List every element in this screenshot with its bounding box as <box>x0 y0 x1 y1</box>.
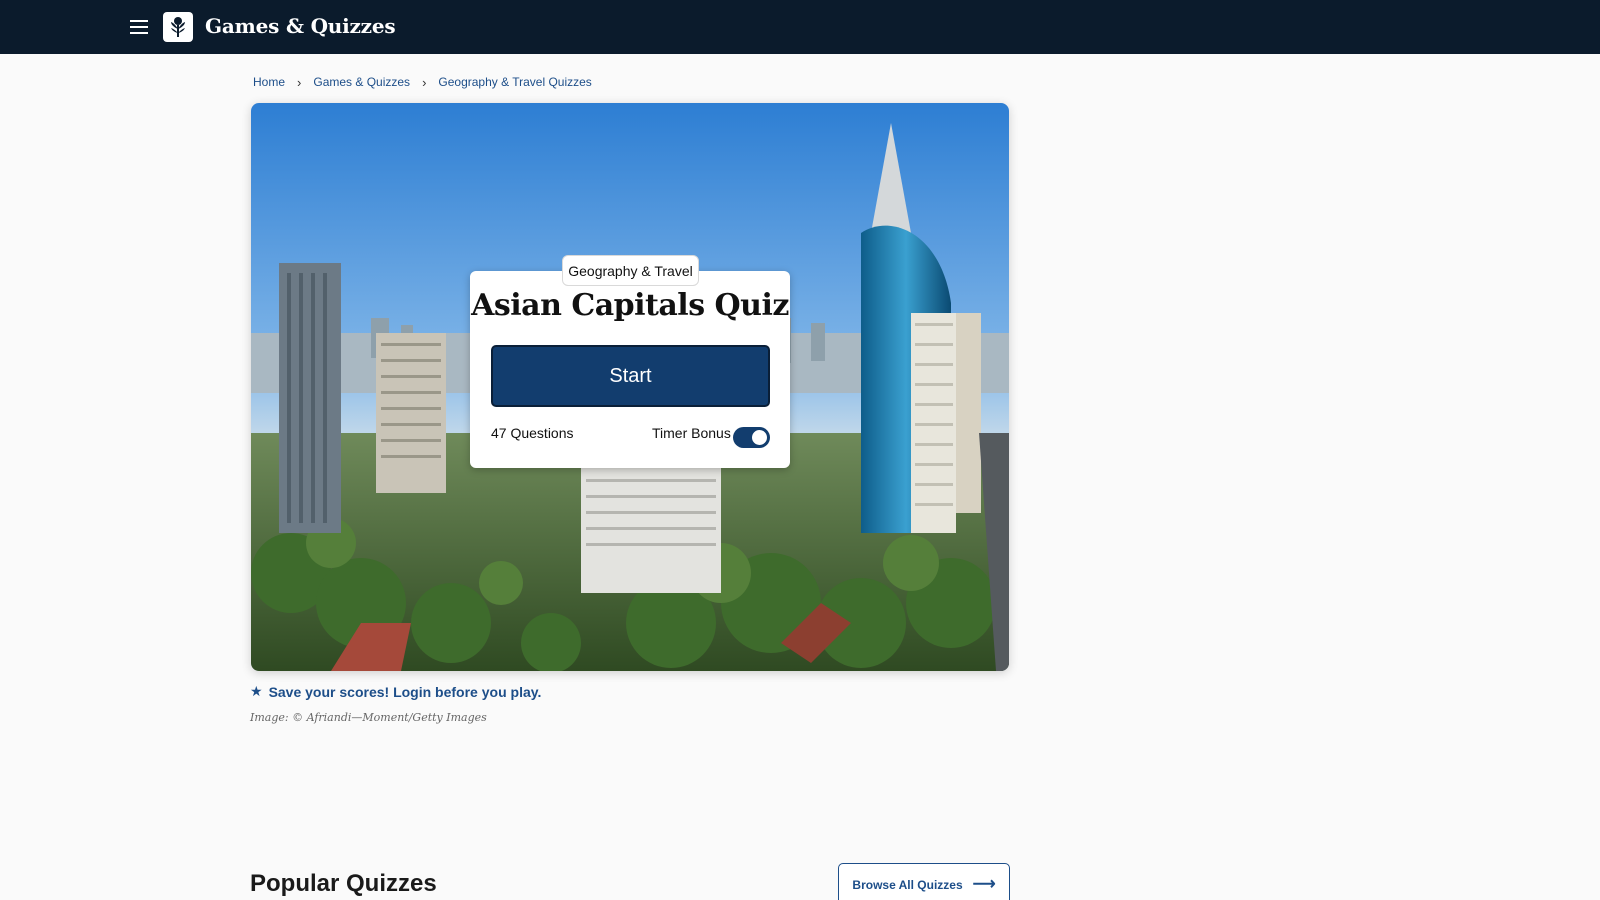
question-count: 47 Questions <box>491 425 574 441</box>
timer-bonus-toggle[interactable] <box>733 427 770 448</box>
breadcrumb-geography-travel[interactable]: Geography & Travel Quizzes <box>438 75 591 89</box>
save-scores-link[interactable]: Save your scores! Login before you play. <box>269 684 542 700</box>
breadcrumb-games-quizzes[interactable]: Games & Quizzes <box>313 75 410 89</box>
browse-all-quizzes-button[interactable]: Browse All Quizzes ⟶ <box>838 863 1010 900</box>
star-icon: ★ <box>250 683 263 699</box>
toggle-knob <box>752 430 767 445</box>
popular-quizzes-heading: Popular Quizzes <box>250 870 437 897</box>
timer-bonus-label: Timer Bonus <box>652 425 731 441</box>
arrow-right-icon: ⟶ <box>972 876 996 893</box>
start-quiz-button[interactable]: Start <box>491 345 770 407</box>
top-navigation-bar: Games & Quizzes <box>0 0 1600 54</box>
breadcrumb: Home › Games & Quizzes › Geography & Tra… <box>253 74 592 90</box>
britannica-logo-icon[interactable] <box>163 12 193 42</box>
quiz-title: Asian Capitals Quiz <box>471 288 789 323</box>
category-tag[interactable]: Geography & Travel <box>562 255 699 286</box>
browse-all-label: Browse All Quizzes <box>852 878 963 892</box>
brand-title[interactable]: Games & Quizzes <box>205 14 396 38</box>
hamburger-menu-icon[interactable] <box>128 17 150 37</box>
login-save-prompt[interactable]: ★ Save your scores! Login before you pla… <box>250 683 541 700</box>
breadcrumb-home[interactable]: Home <box>253 75 285 89</box>
image-credit: Image: © Afriandi—Moment/Getty Images <box>250 711 487 724</box>
breadcrumb-separator-icon: › <box>297 74 302 90</box>
breadcrumb-separator-icon: › <box>422 74 427 90</box>
